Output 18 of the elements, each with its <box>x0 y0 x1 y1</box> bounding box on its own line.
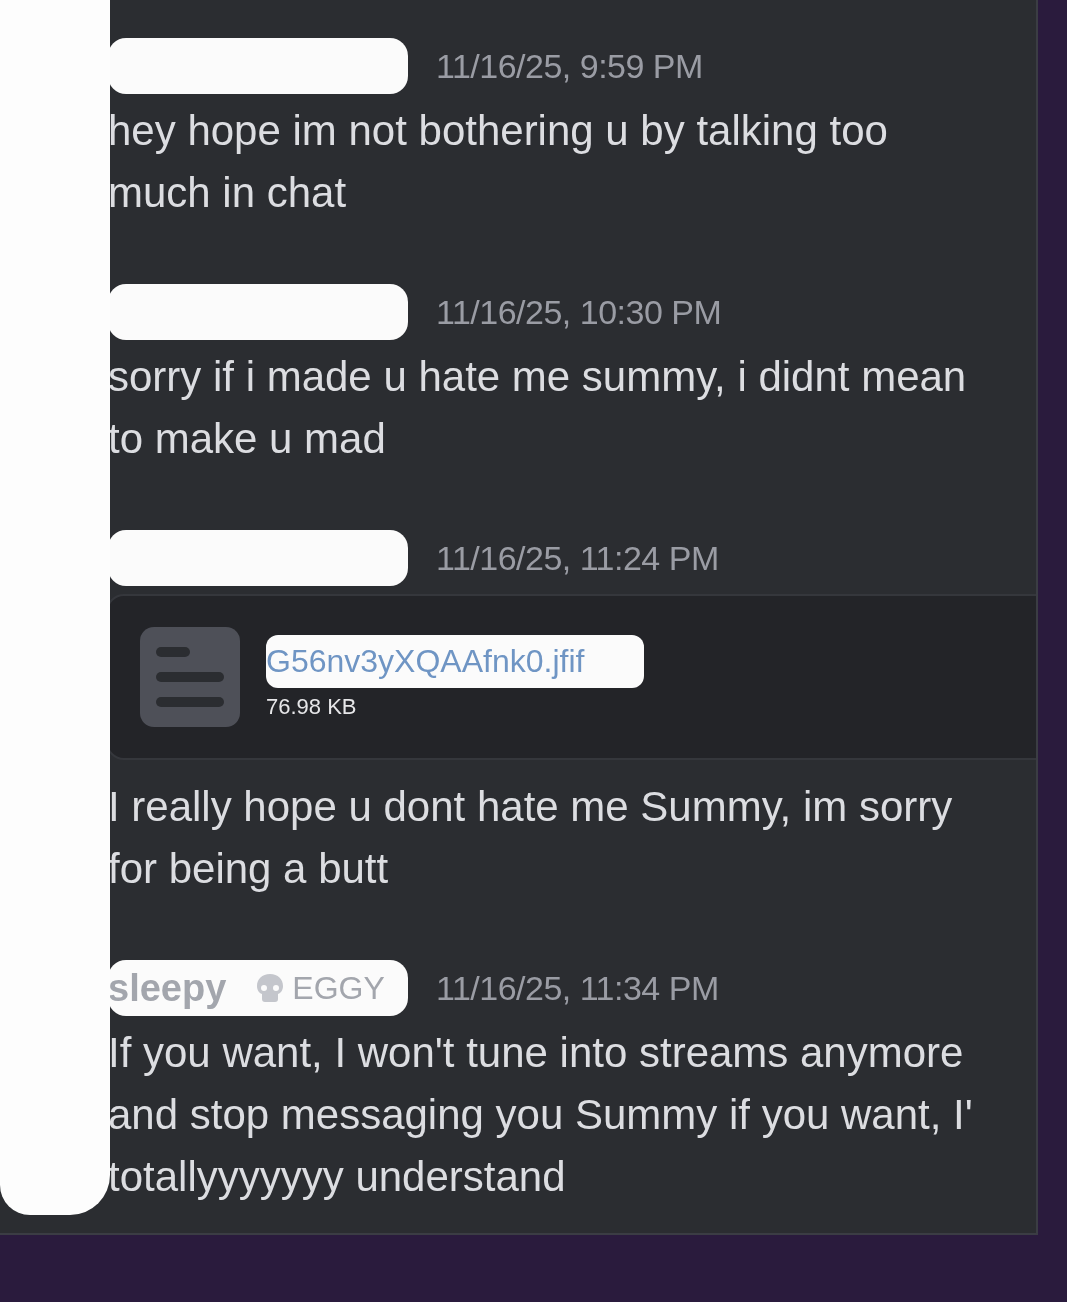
message-text: sorry if i made u hate me summy, i didnt mean <box>108 352 968 402</box>
timestamp: 11/16/25, 11:34 PM <box>436 968 719 1008</box>
message-text: I really hope u dont hate me Summy, im sorry <box>108 782 954 832</box>
message-text: to make u mad <box>108 414 387 464</box>
file-name[interactable]: G56nv3yXQAAfnk0.jfif <box>266 634 645 688</box>
timestamp: 11/16/25, 10:30 PM <box>436 292 722 332</box>
message-text: totallyyyyyyy understand <box>108 1152 567 1202</box>
message-text: If you want, I won't tune into streams anymore <box>108 1028 965 1078</box>
message-text: much in chat <box>108 168 348 218</box>
message-text: for being a butt <box>108 844 390 894</box>
message-text: and stop messaging you Summy if you want, I' <box>108 1090 974 1140</box>
timestamp: 11/16/25, 11:24 PM <box>436 538 719 578</box>
server-tag: EGGY <box>254 969 385 1007</box>
document-icon <box>140 627 240 727</box>
timestamp: 11/16/25, 9:59 PM <box>436 46 703 86</box>
message-text: hey hope im not bothering u by talking too <box>108 106 889 156</box>
file-size: 76.98 KB <box>266 693 358 720</box>
username[interactable]: sleepy <box>108 966 227 1010</box>
